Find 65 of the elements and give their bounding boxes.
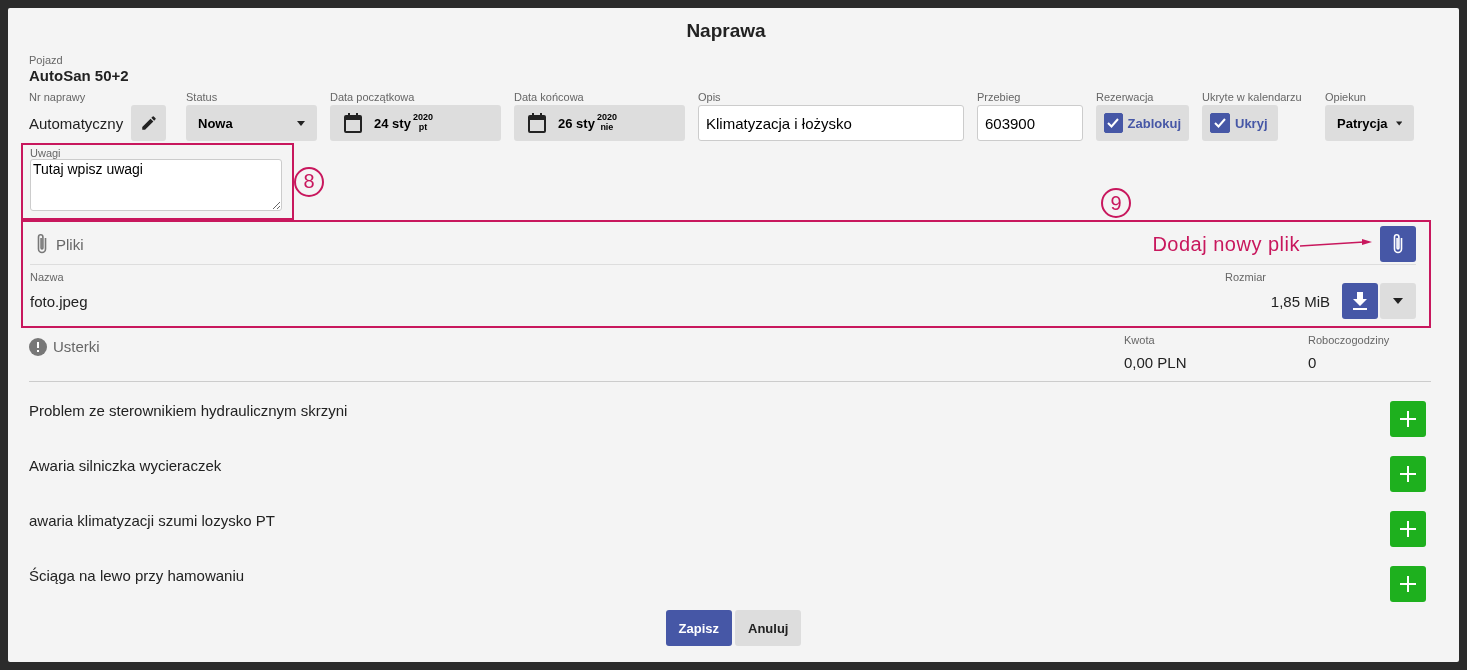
checkbox-button[interactable]: Zablokuj: [1096, 105, 1189, 141]
select-dropdown[interactable]: Nowa: [186, 105, 317, 141]
calendar-icon: [344, 113, 362, 133]
field-label: Opiekun: [1325, 91, 1367, 103]
checkbox[interactable]: [1210, 113, 1230, 133]
checkbox[interactable]: [1104, 113, 1123, 133]
annotation-label: Dodaj nowy plik: [1152, 232, 1300, 256]
field-label: Uwagi: [30, 147, 62, 159]
field-label: Nr naprawy: [29, 91, 87, 103]
annotation-number: 8: [294, 166, 324, 197]
more-button[interactable]: [1380, 283, 1416, 319]
notes-textarea[interactable]: Tutaj wpisz uwagi: [30, 159, 282, 211]
field-label: Opis: [698, 91, 722, 103]
download-icon: [1352, 292, 1368, 310]
paperclip-icon: [36, 233, 48, 255]
fault-item: Awaria silniczka wycieraczek: [29, 457, 222, 474]
field-label: Pojazd: [29, 54, 64, 66]
vehicle-name: AutoSan 50+2: [29, 67, 130, 84]
summary-label: Roboczogodziny: [1308, 334, 1391, 346]
field-label: Data końcowa: [514, 91, 585, 103]
select-dropdown[interactable]: Patrycja: [1325, 105, 1414, 141]
annotation-number: 9: [1101, 188, 1131, 218]
text-input[interactable]: 603900: [977, 105, 1083, 141]
add-button[interactable]: [1390, 456, 1426, 492]
caret-icon: [1393, 298, 1403, 304]
file-name: foto.jpeg: [30, 292, 89, 310]
edit-button[interactable]: [131, 105, 167, 141]
section-title: Usterki: [53, 338, 100, 355]
caret-icon: [1395, 120, 1402, 126]
repair-number: Automatyczny: [29, 114, 124, 132]
summary-value: 0: [1308, 354, 1318, 371]
add-file-button[interactable]: [1380, 226, 1416, 262]
summary-label: Kwota: [1124, 334, 1156, 346]
add-button[interactable]: [1390, 566, 1426, 602]
cancel-button[interactable]: Anuluj: [735, 610, 802, 646]
dialog-title: Naprawa: [685, 20, 767, 42]
add-button[interactable]: [1390, 511, 1426, 547]
field-label: Rezerwacja: [1096, 91, 1155, 103]
fault-item: Ściąga na lewo przy hamowaniu: [29, 567, 245, 584]
fault-item: awaria klimatyzacji szumi lozysko PT: [29, 512, 275, 529]
field-label: Ukryte w kalendarzu: [1202, 91, 1303, 103]
field-label: Data początkowa: [330, 91, 416, 103]
plus-icon: [1400, 576, 1416, 592]
warning-icon: [29, 338, 47, 356]
summary-value: 0,00 PLN: [1124, 354, 1188, 371]
file-size: 1,85 MiB: [1270, 292, 1330, 310]
calendar-icon: [528, 113, 546, 133]
download-button[interactable]: [1342, 283, 1378, 319]
plus-icon: [1400, 411, 1416, 427]
fault-item: Problem ze sterownikiem hydraulicznym skrzyni: [29, 402, 348, 419]
pencil-icon: [139, 114, 158, 132]
add-button[interactable]: [1390, 401, 1426, 437]
plus-icon: [1400, 466, 1416, 482]
field-label: Status: [186, 91, 219, 103]
column-header: Nazwa: [30, 271, 64, 283]
annotation-arrow: [1300, 239, 1372, 249]
field-label: Przebieg: [977, 91, 1022, 103]
caret-icon: [297, 120, 305, 126]
plus-icon: [1400, 521, 1416, 537]
column-header: Rozmiar: [1225, 271, 1266, 283]
section-title: Pliki: [56, 235, 84, 253]
text-input[interactable]: Klimatyzacja i łożysko: [698, 105, 964, 141]
checkbox-button[interactable]: Ukryj: [1202, 105, 1278, 141]
save-button[interactable]: Zapisz: [665, 610, 732, 646]
paperclip-icon: [1392, 233, 1404, 255]
